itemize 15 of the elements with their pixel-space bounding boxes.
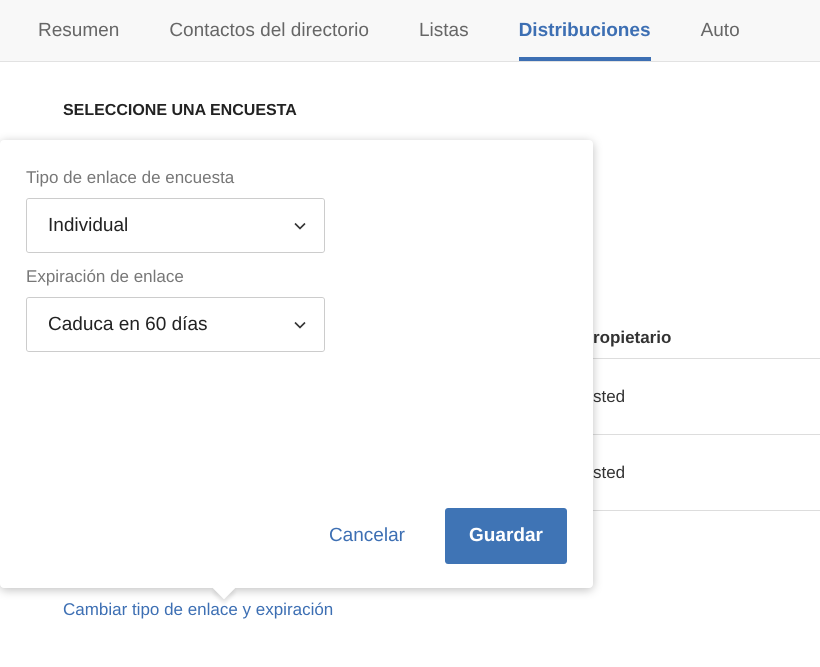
chevron-down-icon <box>294 320 306 328</box>
dropdown[interactable]: Individual <box>26 198 325 253</box>
field-label: Tipo de enlace de encuesta <box>26 168 236 188</box>
nav-tab[interactable]: Resumen <box>38 0 120 61</box>
section-heading: SELECCIONE UNA ENCUESTA <box>63 102 298 120</box>
field-label: Expiración de enlace <box>26 267 185 287</box>
save-button[interactable]: Guardar <box>445 508 567 564</box>
nav-tab[interactable]: Distribuciones <box>518 0 651 61</box>
nav-tab[interactable]: Auto <box>700 0 740 61</box>
cancel-link[interactable]: Cancelar <box>328 525 405 547</box>
dropdown[interactable]: Caduca en 60 días <box>26 297 325 352</box>
chevron-down-icon <box>294 222 306 230</box>
nav-tab[interactable]: Contactos del directorio <box>169 0 369 61</box>
change-link[interactable]: Cambiar tipo de enlace y expiración <box>63 600 334 620</box>
nav-tab[interactable]: Listas <box>418 0 469 61</box>
